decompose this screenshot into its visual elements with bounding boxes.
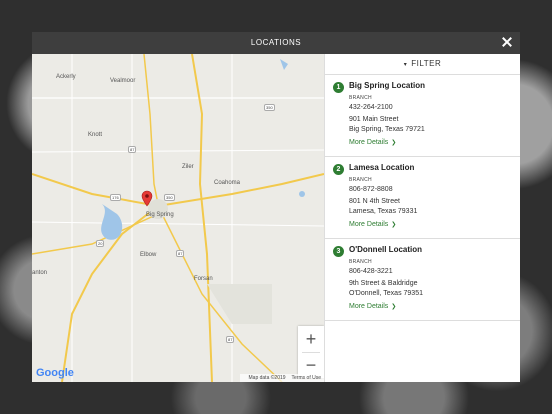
location-type: BRANCH: [349, 177, 372, 183]
location-address-line1: 901 Main Street: [349, 116, 399, 123]
map-place-label: Coahoma: [214, 180, 241, 186]
more-details-link[interactable]: More Details ❯: [349, 303, 396, 310]
location-item: 1 Big Spring Location BRANCH 432-264-210…: [325, 75, 520, 157]
google-logo[interactable]: Google: [36, 367, 74, 379]
highway-shield: 87: [176, 250, 185, 257]
map-place-label: Vealmoor: [110, 78, 136, 84]
more-details-link[interactable]: More Details ❯: [349, 221, 396, 228]
modal-header: LOCATIONS: [32, 32, 520, 54]
zoom-control: + −: [298, 326, 324, 378]
location-name[interactable]: Big Spring Location: [349, 81, 425, 90]
location-phone[interactable]: 432-264-2100: [349, 104, 393, 111]
highway-shield: 87: [128, 146, 137, 153]
location-marker-icon[interactable]: [141, 190, 153, 207]
location-name[interactable]: Lamesa Location: [349, 163, 414, 172]
highway-shield: 350: [164, 194, 175, 201]
location-phone[interactable]: 806-872-8808: [349, 186, 393, 193]
terms-of-use-link[interactable]: Terms of Use: [292, 375, 321, 381]
highway-shield: 87: [226, 336, 235, 343]
location-address-line1: 801 N 4th Street: [349, 198, 400, 205]
map-place-label: Forsan: [194, 276, 213, 282]
more-details-label: More Details: [349, 221, 389, 228]
locations-sidebar: ▾ FILTER 1 Big Spring Location BRANCH 432…: [324, 54, 520, 382]
more-details-label: More Details: [349, 303, 389, 310]
close-icon[interactable]: [500, 35, 514, 49]
location-address-line2: Big Spring, Texas 79721: [349, 126, 425, 133]
location-number-badge: 1: [333, 82, 344, 93]
chevron-right-icon: ❯: [391, 304, 397, 310]
zoom-divider: [302, 352, 320, 353]
map-data-label: Map data ©2019: [248, 375, 286, 381]
highway-shield: 350: [264, 104, 275, 111]
location-item: 2 Lamesa Location BRANCH 806-872-8808 80…: [325, 157, 520, 239]
highway-shield: 176: [110, 194, 121, 201]
location-address-line2: Lamesa, Texas 79331: [349, 208, 418, 215]
location-address-line2: O'Donnell, Texas 79351: [349, 290, 423, 297]
more-details-link[interactable]: More Details ❯: [349, 139, 396, 146]
locations-modal: LOCATIONS Ackerly Vealmoor Knott Ziler C…: [32, 32, 520, 382]
location-name[interactable]: O'Donnell Location: [349, 245, 422, 254]
map-place-label: Big Spring: [146, 212, 174, 218]
map-attribution: Map data ©2019 Terms of Use: [239, 374, 324, 382]
highway-shield: 20: [96, 240, 105, 247]
map-place-label: Knott: [88, 132, 103, 138]
location-type: BRANCH: [349, 95, 372, 101]
location-address-line1: 9th Street & Baldridge: [349, 280, 418, 287]
location-number-badge: 3: [333, 246, 344, 257]
zoom-in-button[interactable]: +: [298, 326, 324, 352]
location-type: BRANCH: [349, 259, 372, 265]
map[interactable]: Ackerly Vealmoor Knott Ziler Coahoma Big…: [32, 54, 324, 382]
map-place-label: Ziler: [182, 164, 194, 170]
location-phone[interactable]: 806-428-3221: [349, 268, 393, 275]
map-canvas: [32, 54, 324, 382]
more-details-label: More Details: [349, 139, 389, 146]
map-place-label: anton: [32, 270, 48, 276]
google-logo-text: Google: [36, 367, 74, 379]
filter-label: FILTER: [411, 59, 442, 68]
location-item: 3 O'Donnell Location BRANCH 806-428-3221…: [325, 239, 520, 321]
chevron-right-icon: ❯: [391, 222, 397, 228]
location-number-badge: 2: [333, 164, 344, 175]
filter-button[interactable]: ▾ FILTER: [325, 54, 520, 75]
modal-title: LOCATIONS: [250, 38, 302, 47]
chevron-down-icon: ▾: [403, 62, 408, 68]
map-place-label: Ackerly: [56, 74, 76, 80]
chevron-right-icon: ❯: [391, 140, 397, 146]
map-place-label: Elbow: [140, 252, 157, 258]
